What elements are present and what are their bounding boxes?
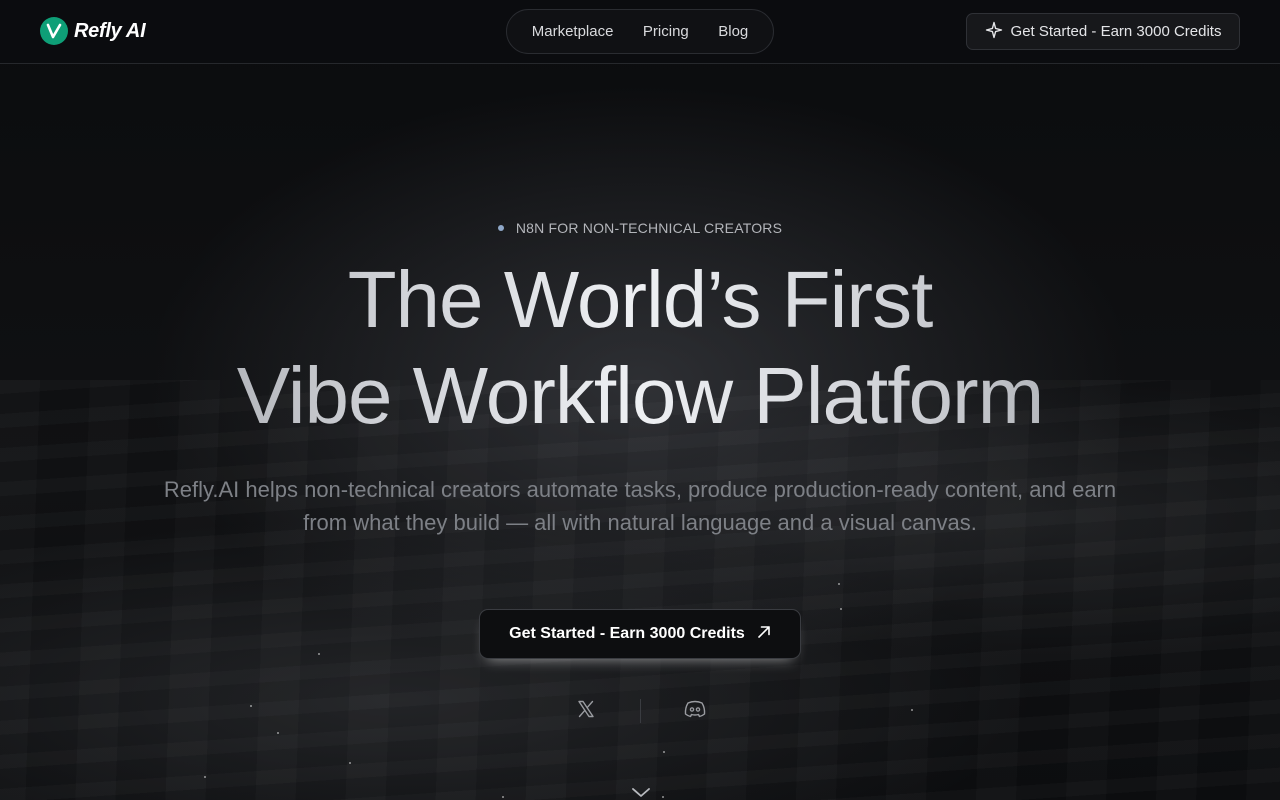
discord-icon — [683, 699, 707, 724]
discord-link[interactable] — [669, 696, 721, 726]
social-links — [0, 696, 1280, 726]
hero-subtitle: Refly.AI helps non-technical creators au… — [163, 477, 1117, 535]
eyebrow-dot-icon — [497, 225, 504, 231]
background-star — [349, 762, 351, 764]
background-star — [277, 732, 279, 734]
nav-get-started-label: Get Started - Earn 3000 Credits — [1010, 23, 1222, 40]
x-icon — [576, 699, 596, 724]
background-star — [662, 796, 664, 798]
landing-page: Refly AI Marketplace Pricing Blog Get St… — [0, 0, 1280, 800]
hero-eyebrow: N8N FOR NON-TECHNICAL CREATORS — [0, 220, 1280, 236]
background-star — [318, 653, 320, 655]
nav-get-started-button[interactable]: Get Started - Earn 3000 Credits — [966, 13, 1240, 50]
nav-link-marketplace[interactable]: Marketplace — [532, 23, 614, 40]
background-star — [838, 583, 840, 585]
hero-get-started-button[interactable]: Get Started - Earn 3000 Credits — [479, 609, 801, 659]
x-twitter-link[interactable] — [560, 696, 612, 726]
chevron-down-icon[interactable] — [630, 786, 652, 800]
hero-eyebrow-text: N8N FOR NON-TECHNICAL CREATORS — [515, 220, 783, 236]
background-star — [663, 751, 665, 753]
social-divider — [639, 699, 641, 723]
navbar: Refly AI Marketplace Pricing Blog Get St… — [0, 0, 1280, 64]
arrow-up-right-icon — [757, 625, 771, 644]
main-nav: Marketplace Pricing Blog — [506, 9, 774, 54]
brand-home-link[interactable]: Refly AI — [40, 17, 146, 45]
background-star — [502, 796, 504, 798]
hero-get-started-label: Get Started - Earn 3000 Credits — [509, 625, 745, 642]
nav-link-blog[interactable]: Blog — [718, 23, 748, 40]
hero-headline-line-1: The World’s First — [347, 255, 933, 344]
sparkle-icon — [985, 21, 1003, 43]
hero-headline-line-2: Vibe Workflow Platform — [236, 351, 1044, 440]
background-star — [840, 608, 842, 610]
nav-link-pricing[interactable]: Pricing — [643, 23, 689, 40]
background-star — [204, 776, 206, 778]
brand-name: Refly AI — [74, 19, 146, 42]
refly-logo-icon — [40, 17, 68, 45]
hero-headline: The World’s First Vibe Workflow Platform — [0, 252, 1280, 444]
